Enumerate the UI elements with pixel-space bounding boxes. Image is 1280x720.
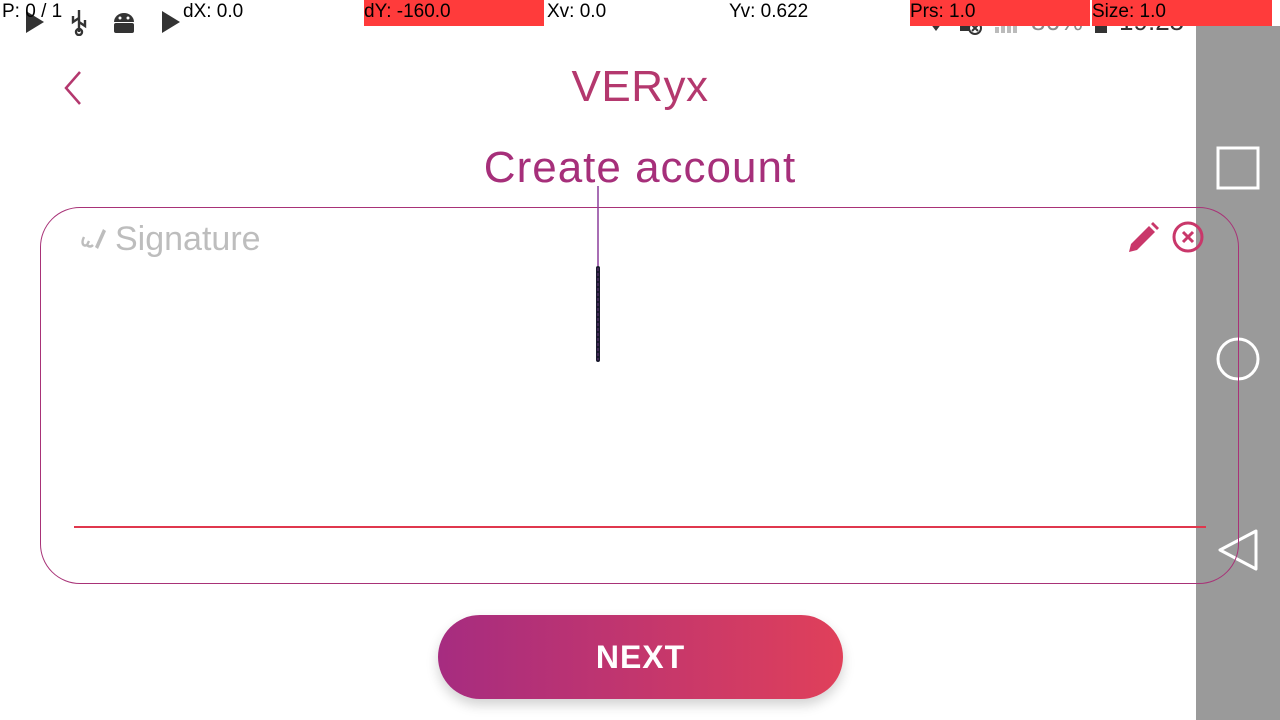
signature-icon <box>81 228 106 249</box>
signature-placeholder: Signature <box>115 220 261 258</box>
clear-icon[interactable] <box>1171 220 1205 254</box>
overlay-pressure: Prs: 1.0 <box>910 0 1090 26</box>
next-button[interactable]: NEXT <box>438 615 843 699</box>
signature-stroke <box>596 186 600 362</box>
signature-baseline <box>74 526 1206 528</box>
overlay-size: Size: 1.0 <box>1092 0 1272 26</box>
overlay-xv: Xv: 0.0 <box>547 1 607 22</box>
app-title: VERyx <box>571 62 709 111</box>
pencil-icon[interactable] <box>1125 220 1161 256</box>
overlay-pointer: P: 0 / 1 <box>2 1 63 22</box>
overlay-dy: dY: -160.0 <box>364 0 544 26</box>
signature-pad[interactable]: Signature <box>40 207 1239 584</box>
overlay-dx: dX: 0.0 <box>183 1 244 22</box>
signature-label-group: Signature <box>79 220 261 259</box>
page-title: Create account <box>483 143 797 192</box>
pointer-debug-overlay: P: 0 / 1 dX: 0.0 dY: -160.0 Xv: 0.0 Yv: … <box>0 0 1280 26</box>
overlay-yv: Yv: 0.622 <box>729 1 809 22</box>
